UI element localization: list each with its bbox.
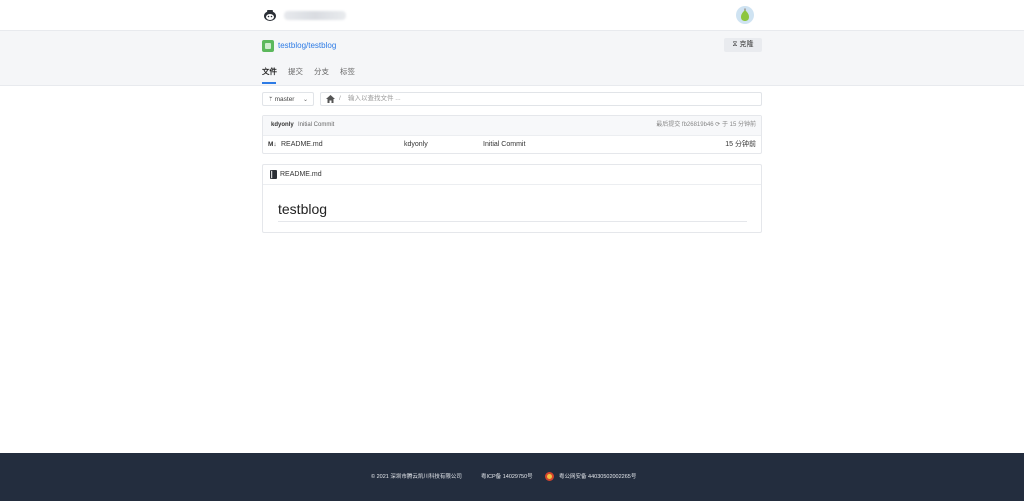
branch-selector[interactable]: ᛘ master ⌄ [262, 92, 314, 106]
repo-header [0, 31, 1024, 86]
branch-name: master [274, 96, 295, 103]
file-name[interactable]: README.md [281, 136, 323, 154]
repo-icon [262, 40, 274, 52]
footer: © 2021 深圳市腾云凯川科技有限公司 粤ICP备 14029750号 粤公网… [0, 453, 1024, 501]
tab-files[interactable]: 文件 [262, 66, 277, 78]
home-icon[interactable] [326, 95, 335, 103]
readme-title: testblog [278, 201, 328, 217]
police-badge-icon [545, 472, 554, 481]
files-panel: kdyonly Initial Commit 最后提交 fb26819b46 ⟳… [262, 115, 762, 154]
footer-police-link[interactable]: 粤公网安备 44030502002265号 [559, 473, 636, 481]
clone-button[interactable]: ⧖ 克隆 [724, 38, 762, 52]
path-search-input[interactable]: 输入以查找文件 ... [348, 93, 401, 105]
footer-copyright: © 2021 深圳市腾云凯川科技有限公司 [371, 474, 462, 480]
commit-message[interactable]: Initial Commit [298, 116, 334, 135]
clone-label: 克隆 [739, 41, 754, 48]
pear-avatar-icon [741, 8, 749, 21]
tab-tags[interactable]: 标签 [340, 66, 355, 78]
file-row[interactable]: M↓ README.md kdyonly Initial Commit 15 分… [263, 136, 761, 154]
user-avatar[interactable] [736, 6, 754, 24]
tab-branches[interactable]: 分支 [314, 66, 329, 78]
active-tab-indicator [262, 82, 276, 84]
file-commit-time: 15 分钟前 [725, 141, 756, 148]
readme-panel: README.md testblog [262, 164, 762, 233]
readme-header: README.md [263, 165, 761, 185]
book-icon [270, 170, 277, 179]
file-path-search[interactable]: / 输入以查找文件 ... [320, 92, 762, 106]
download-icon: ⧖ [732, 41, 738, 48]
blurred-username [284, 11, 346, 20]
markdown-file-icon: M↓ [268, 141, 277, 148]
readme-filename: README.md [280, 171, 322, 178]
gitee-mascot-icon[interactable] [263, 8, 277, 22]
chevron-down-icon: ⌄ [302, 97, 308, 103]
latest-commit-bar: kdyonly Initial Commit 最后提交 fb26819b46 ⟳… [263, 116, 761, 136]
file-commit-author[interactable]: kdyonly [404, 136, 428, 154]
top-navbar [0, 0, 1024, 31]
footer-icp-link[interactable]: 粤ICP备 14029750号 [481, 473, 533, 481]
commit-author[interactable]: kdyonly [271, 116, 294, 135]
repo-name-link[interactable]: testblog/testblog [278, 40, 336, 52]
tab-commits[interactable]: 提交 [288, 66, 303, 78]
commit-meta[interactable]: 最后提交 fb26819b46 ⟳ 于 15 分钟前 [656, 116, 756, 135]
branch-icon: ᛘ [269, 97, 273, 103]
file-commit-message[interactable]: Initial Commit [483, 136, 525, 154]
path-separator: / [339, 95, 341, 102]
readme-divider [278, 221, 747, 222]
